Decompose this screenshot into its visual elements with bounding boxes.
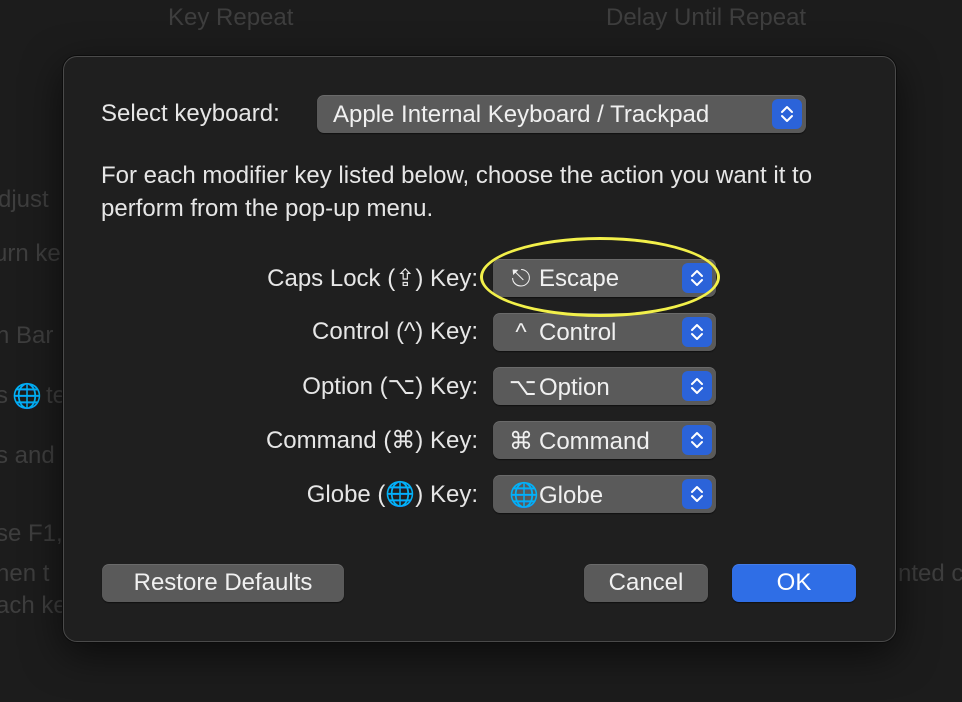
bg-text-line: s [0, 382, 8, 409]
option-icon: ⌥ [509, 374, 537, 401]
select-keyboard-label: Select keyboard: [101, 100, 280, 127]
globe-select[interactable]: 🌐Globe [493, 475, 716, 513]
bg-text-line: s and [0, 442, 55, 469]
option-select-value: Option [539, 374, 610, 401]
bg-globe-icon: 🌐 [12, 383, 42, 410]
control-icon: ^ [515, 319, 527, 346]
cancel-button[interactable]: Cancel [584, 564, 708, 602]
restore-defaults-button[interactable]: Restore Defaults [102, 564, 344, 602]
option-key-label: Option (⌥) Key: [302, 373, 478, 400]
globe-select-value: Globe [539, 482, 604, 509]
chevron-up-down-icon [682, 371, 712, 401]
bg-delay-until-repeat-label: Delay Until Repeat [606, 4, 807, 31]
command-select-value: Command [539, 428, 650, 455]
caps-lock-select-value: Escape [539, 265, 620, 292]
bg-text-line: ach ke [0, 592, 67, 619]
chevron-up-down-icon [682, 263, 712, 293]
caps-lock-select[interactable]: ⎋ Escape [493, 259, 716, 297]
control-select[interactable]: ^ Control [493, 313, 716, 351]
globe-icon: 🌐 [509, 482, 539, 509]
bg-text-line: hen t [0, 560, 50, 587]
command-key-label: Command (⌘) Key: [265, 427, 478, 454]
globe-key-label: Globe (🌐) Key: [306, 481, 478, 508]
bg-text-line: nted c [898, 560, 962, 587]
chevron-up-down-icon [682, 425, 712, 455]
chevron-up-down-icon [682, 479, 712, 509]
chevron-up-down-icon [682, 317, 712, 347]
command-icon: ⌘ [509, 428, 533, 455]
control-select-value: Control [539, 319, 617, 346]
modifier-keys-dialog: Select keyboard: Apple Internal Keyboard… [63, 56, 896, 642]
keyboard-select[interactable]: Apple Internal Keyboard / Trackpad [317, 95, 806, 133]
keyboard-select-value: Apple Internal Keyboard / Trackpad [333, 101, 710, 128]
caps-lock-key-label: Caps Lock (⇪) Key: [267, 265, 478, 292]
bg-text-line: se F1, [0, 520, 63, 547]
bg-key-repeat-label: Key Repeat [168, 4, 294, 31]
escape-icon: ⎋ [511, 265, 531, 292]
command-select[interactable]: ⌘ Command [493, 421, 716, 459]
instructions-text: For each modifier key listed below, choo… [101, 162, 813, 222]
option-select[interactable]: ⌥Option [493, 367, 716, 405]
control-key-label: Control (^) Key: [312, 318, 478, 345]
chevron-up-down-icon [772, 99, 802, 129]
ok-button[interactable]: OK [732, 564, 856, 602]
bg-text-line: djust [0, 186, 49, 213]
bg-text-line: n Bar [0, 322, 54, 349]
bg-text-line: urn ke [0, 240, 61, 267]
